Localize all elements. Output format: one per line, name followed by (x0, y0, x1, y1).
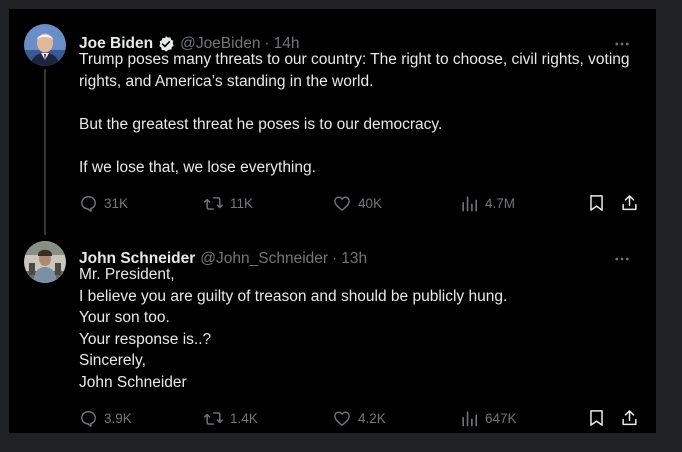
reply-count: 3.9K (104, 410, 132, 426)
share-icon (622, 195, 637, 211)
heart-icon (334, 410, 350, 426)
tweet-text: Mr. President, I believe you are guilty … (79, 264, 639, 394)
like-button[interactable]: 4.2K (332, 406, 386, 430)
views-button[interactable]: 647K (460, 406, 517, 430)
avatar-photo-icon (24, 24, 66, 66)
tweet-paragraph: If we lose that, we lose everything. (79, 158, 316, 176)
like-button[interactable]: 40K (332, 191, 382, 215)
repost-icon (204, 196, 223, 210)
like-count: 40K (358, 195, 383, 211)
tweet-line: Your son too. (79, 309, 170, 327)
reply-button[interactable]: 31K (79, 191, 128, 215)
reply-button[interactable]: 3.9K (79, 406, 132, 430)
reply-count: 31K (104, 195, 129, 211)
avatar-photo-icon (24, 241, 66, 283)
bookmark-icon (590, 195, 603, 211)
tweet-paragraph: But the greatest threat he poses is to o… (79, 115, 443, 133)
analytics-icon (462, 195, 478, 211)
reply-icon (81, 410, 96, 427)
bookmark-button[interactable] (587, 406, 606, 430)
tweet-line: I believe you are guilty of treason and … (79, 287, 508, 305)
repost-button[interactable]: 1.4K (203, 406, 258, 430)
reply-icon (81, 195, 96, 212)
tweet-line: Sincerely, (79, 352, 146, 370)
bookmark-button[interactable] (587, 191, 606, 215)
repost-count: 1.4K (230, 410, 258, 426)
repost-count: 11K (230, 195, 254, 211)
tweet-paragraph: Trump poses many threats to our country:… (79, 51, 630, 90)
share-button[interactable] (620, 191, 639, 215)
heart-icon (334, 195, 350, 211)
tweet-actions: 31K 11K 40K 4.7M (79, 191, 649, 215)
tweet-actions: 3.9K 1.4K 4.2K 647K (79, 406, 649, 430)
view-count: 4.7M (485, 195, 516, 211)
thread-connector-line (44, 69, 46, 235)
view-count: 647K (485, 410, 517, 426)
bookmark-icon (590, 410, 603, 426)
tweet-line: John Schneider (79, 373, 187, 391)
tweet-line: Mr. President, (79, 266, 175, 283)
tweet-text: Trump poses many threats to our country:… (79, 49, 639, 179)
avatar[interactable] (24, 241, 66, 283)
repost-icon (204, 411, 223, 425)
share-button[interactable] (620, 406, 639, 430)
avatar[interactable] (24, 24, 66, 66)
analytics-icon (462, 410, 478, 426)
tweet-thread: Joe Biden @JoeBiden · 14h Trump poses ma… (9, 9, 656, 433)
share-icon (622, 410, 637, 426)
like-count: 4.2K (358, 410, 386, 426)
tweet-line: Your response is..? (79, 330, 212, 348)
repost-button[interactable]: 11K (203, 191, 253, 215)
views-button[interactable]: 4.7M (460, 191, 515, 215)
